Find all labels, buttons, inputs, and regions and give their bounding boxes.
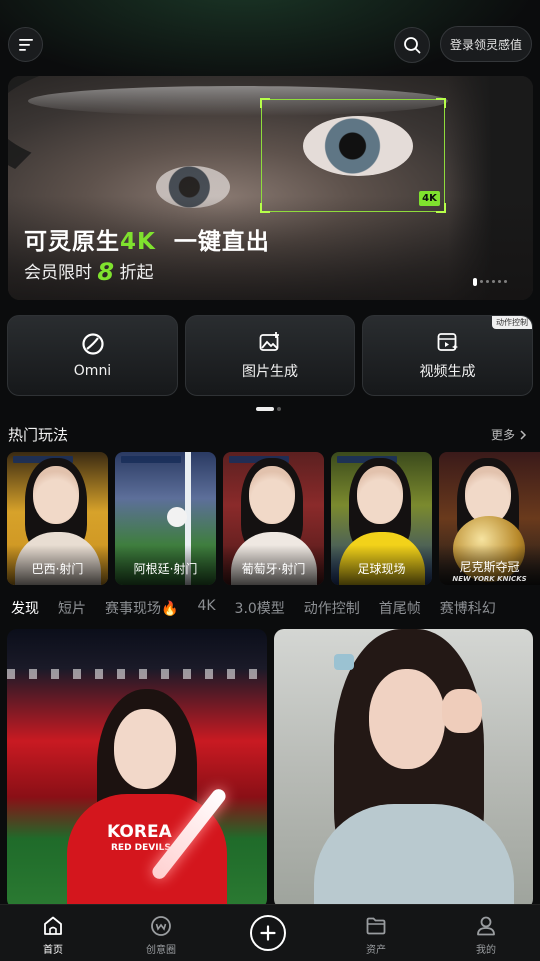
shirt-text: KOREA [107,822,172,842]
hot-section-title: 热门玩法 [8,426,69,444]
nav-profile-label: 我的 [476,945,496,956]
hot-item-football-live[interactable]: 足球现场 [331,452,432,585]
home-icon [44,916,62,935]
bottom-nav: 首页 创意圈 资产 我的 [0,904,540,961]
nav-home-label: 首页 [43,945,63,956]
tab-4k[interactable]: 4K [197,598,215,618]
menu-icon [18,38,33,51]
search-icon [404,37,421,54]
badge-4k: 4K [419,191,440,206]
folder-icon [366,917,386,935]
omni-icon [81,333,104,355]
feed-image-hand [442,689,482,733]
nav-community[interactable]: 创意圈 [131,915,191,956]
hot-item-label: 巴西·射门 [31,562,84,576]
tab-event-live[interactable]: 赛事现场🔥 [105,598,178,618]
video-generate-card[interactable]: 动作控制 视频生成 [362,315,533,396]
feed-card[interactable] [274,629,533,909]
create-button[interactable] [250,915,286,951]
focus-frame [260,98,446,213]
profile-icon [477,916,495,936]
more-label: 更多 [491,428,516,442]
nav-assets[interactable]: 资产 [346,915,406,956]
hot-item-label: 葡萄牙·射门 [241,562,306,576]
nav-community-label: 创意圈 [146,945,176,956]
stadium-lights [7,669,267,679]
tab-motion-control[interactable]: 动作控制 [304,598,360,618]
hot-item-portugal[interactable]: 葡萄牙·射门 [223,452,324,585]
tab-first-last-frame[interactable]: 首尾帧 [379,598,421,618]
nav-assets-label: 资产 [366,945,386,956]
banner-title: 可灵原生4K 一键直出 [24,229,270,255]
feed-image-face [369,669,445,769]
add-icon [260,925,276,941]
video-generate-label: 视频生成 [419,364,476,380]
nav-home[interactable]: 首页 [23,915,83,956]
banner-pagination [473,278,507,286]
feed-card[interactable]: KOREA RED DEVILS [7,629,267,909]
feature-pagination [256,407,281,411]
chevron-right-icon [520,429,527,440]
video-generate-icon [437,333,458,351]
hair-bow [334,654,354,670]
nav-profile[interactable]: 我的 [456,915,516,956]
login-button[interactable]: 登录领灵感值 [440,26,532,62]
tab-shorts[interactable]: 短片 [58,598,86,618]
hot-item-argentina[interactable]: 阿根廷·射门 [115,452,216,585]
image-generate-icon [259,332,279,351]
shirt-subtext: RED DEVILS [111,843,171,853]
knicks-watermark: NEW YORK KNICKS [452,575,527,583]
omni-card[interactable]: Omni [7,315,178,396]
image-generate-card[interactable]: 图片生成 [185,315,355,396]
more-link[interactable]: 更多 [491,426,527,443]
hot-item-knicks[interactable]: NEW YORK KNICKS 尼克斯夺冠 [439,452,540,585]
search-button[interactable] [394,27,430,63]
hot-item-label: 尼克斯夺冠 [459,560,520,574]
tab-cyber-scifi[interactable]: 赛博科幻 [440,598,496,618]
promo-banner[interactable]: 4K 可灵原生4K 一键直出 会员限时 8 折起 [8,76,533,300]
community-icon [151,916,171,936]
feed-image-face [114,709,176,789]
image-generate-label: 图片生成 [242,364,298,380]
omni-label: Omni [73,363,112,379]
hot-item-label: 足球现场 [357,562,406,576]
tab-model-3[interactable]: 3.0模型 [235,598,285,618]
category-tabs: 发现 短片 赛事现场🔥 4K 3.0模型 动作控制 首尾帧 赛博科幻 [11,598,515,618]
hot-item-label: 阿根廷·射门 [133,562,198,576]
hot-item-brazil[interactable]: 巴西·射门 [7,452,108,585]
tab-discover[interactable]: 发现 [11,598,39,618]
menu-button[interactable] [8,27,43,62]
banner-subtitle: 会员限时 8 折起 [24,258,154,286]
motion-control-tag: 动作控制 [492,316,532,329]
